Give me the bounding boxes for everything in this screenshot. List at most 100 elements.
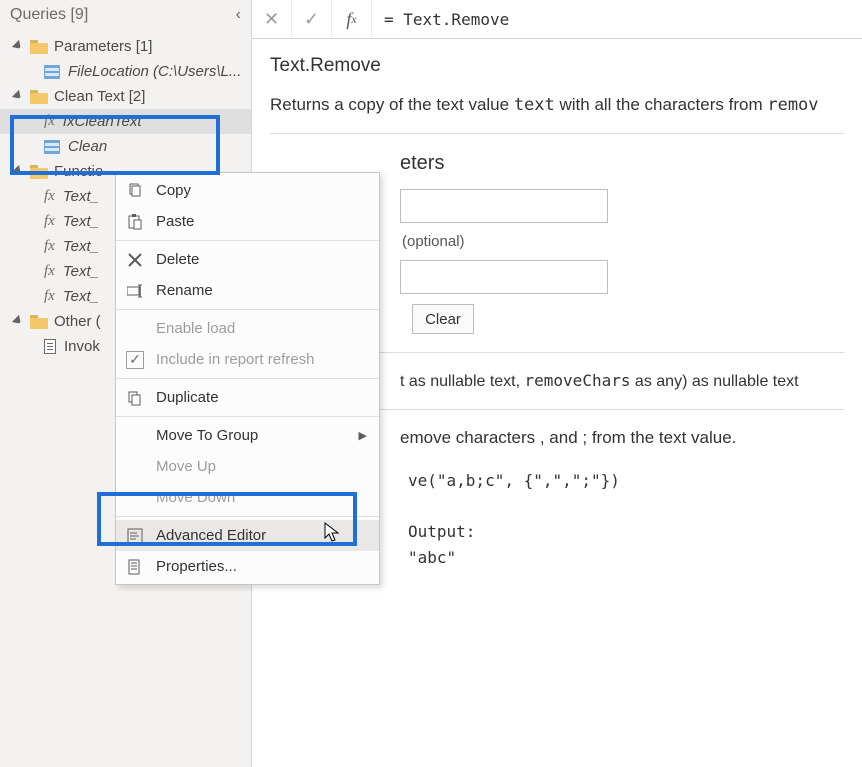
menu-separator	[116, 309, 379, 310]
menu-separator	[116, 240, 379, 241]
query-fxcleantext[interactable]: fx fxCleanText	[0, 109, 251, 134]
menu-paste[interactable]: Paste	[116, 206, 379, 237]
folder-icon	[30, 40, 48, 54]
properties-icon	[124, 556, 146, 578]
query-label: Text_	[63, 238, 99, 255]
menu-label: Include in report refresh	[156, 351, 314, 368]
caret-icon	[12, 39, 26, 53]
menu-label: Advanced Editor	[156, 527, 266, 544]
clear-button[interactable]: Clear	[412, 304, 474, 334]
fx-icon: fx	[44, 238, 55, 255]
param-input-2[interactable]	[400, 260, 608, 294]
menu-copy[interactable]: Copy	[116, 175, 379, 206]
caret-icon	[12, 89, 26, 103]
fx-icon: fx	[44, 113, 55, 130]
table-icon	[44, 140, 60, 154]
fx-icon: fx	[332, 0, 372, 38]
signature-code: removeChars	[525, 371, 631, 390]
query-label: Text_	[63, 263, 99, 280]
query-label: Invok	[64, 338, 100, 355]
blank-icon	[124, 487, 146, 509]
menu-enable-load[interactable]: Enable load	[116, 313, 379, 344]
paste-icon	[124, 211, 146, 233]
menu-label: Rename	[156, 282, 213, 299]
menu-separator	[116, 516, 379, 517]
signature-text: t as nullable text,	[400, 373, 525, 390]
query-label: FileLocation (C:\Users\L...	[68, 63, 241, 80]
output-label: Output:	[408, 519, 844, 545]
blank-icon	[124, 425, 146, 447]
menu-label: Duplicate	[156, 389, 219, 406]
menu-label: Copy	[156, 182, 191, 199]
code-line: ve("a,b;c", {",",";"})	[408, 468, 844, 494]
copy-icon	[124, 180, 146, 202]
menu-include-refresh[interactable]: ✓ Include in report refresh	[116, 344, 379, 375]
folder-icon	[30, 165, 48, 179]
signature-text: as any) as nullable text	[630, 373, 798, 390]
menu-label: Paste	[156, 213, 194, 230]
menu-rename[interactable]: Rename	[116, 275, 379, 306]
menu-separator	[116, 378, 379, 379]
optional-label: (optional)	[402, 233, 465, 250]
doc-desc-code: remov	[767, 95, 818, 115]
menu-label: Properties...	[156, 558, 237, 575]
group-label: Functio	[54, 163, 103, 180]
sidebar-header: Queries [9] ‹	[0, 0, 251, 30]
document-icon	[44, 339, 56, 354]
caret-icon	[12, 164, 26, 178]
folder-icon	[30, 315, 48, 329]
doc-title: Text.Remove	[270, 55, 844, 77]
menu-move-to-group[interactable]: Move To Group ▶	[116, 420, 379, 451]
group-label: Other (	[54, 313, 101, 330]
query-label: Text_	[63, 188, 99, 205]
query-label: fxCleanText	[63, 113, 142, 130]
cancel-formula-button[interactable]: ✕	[252, 0, 292, 38]
sidebar-title: Queries [9]	[10, 6, 88, 24]
menu-advanced-editor[interactable]: Advanced Editor	[116, 520, 379, 551]
doc-desc-text: Returns a copy of the text value	[270, 95, 514, 114]
fx-icon: fx	[44, 188, 55, 205]
fx-icon: fx	[44, 213, 55, 230]
param-input-1[interactable]	[400, 189, 608, 223]
query-label: Text_	[63, 288, 99, 305]
menu-label: Move Down	[156, 489, 235, 506]
folder-icon	[30, 90, 48, 104]
caret-icon	[12, 314, 26, 328]
submenu-arrow-icon: ▶	[359, 429, 367, 442]
checkbox-icon: ✓	[124, 349, 146, 371]
fx-icon: fx	[44, 263, 55, 280]
context-menu: Copy Paste Delete Rename Enable load ✓ I…	[115, 172, 380, 585]
query-filelocation[interactable]: FileLocation (C:\Users\L...	[0, 59, 251, 84]
group-label: Parameters [1]	[54, 38, 152, 55]
query-label: Text_	[63, 213, 99, 230]
menu-properties[interactable]: Properties...	[116, 551, 379, 582]
group-parameters[interactable]: Parameters [1]	[0, 34, 251, 59]
rename-icon	[124, 280, 146, 302]
advanced-editor-icon	[124, 525, 146, 547]
duplicate-icon	[124, 387, 146, 409]
query-clean[interactable]: Clean	[0, 134, 251, 159]
doc-desc-code: text	[514, 95, 555, 115]
menu-label: Move Up	[156, 458, 216, 475]
commit-formula-button[interactable]: ✓	[292, 0, 332, 38]
menu-separator	[116, 416, 379, 417]
table-icon	[44, 65, 60, 79]
menu-move-up[interactable]: Move Up	[116, 451, 379, 482]
collapse-icon[interactable]: ‹	[236, 6, 241, 24]
query-label: Clean	[68, 138, 107, 155]
menu-label: Delete	[156, 251, 199, 268]
group-cleantext[interactable]: Clean Text [2]	[0, 84, 251, 109]
doc-desc-text: with all the characters from	[555, 95, 768, 114]
menu-label: Move To Group	[156, 427, 258, 444]
menu-delete[interactable]: Delete	[116, 244, 379, 275]
fx-icon: fx	[44, 288, 55, 305]
blank-icon	[124, 318, 146, 340]
output-value: "abc"	[408, 545, 844, 571]
menu-label: Enable load	[156, 320, 235, 337]
formula-bar: ✕ ✓ fx	[252, 0, 862, 39]
menu-duplicate[interactable]: Duplicate	[116, 382, 379, 413]
menu-move-down[interactable]: Move Down	[116, 482, 379, 513]
example-text: emove characters , and ; from the text v…	[400, 428, 736, 447]
heading-text: eters	[400, 152, 444, 174]
formula-input[interactable]	[372, 0, 862, 38]
